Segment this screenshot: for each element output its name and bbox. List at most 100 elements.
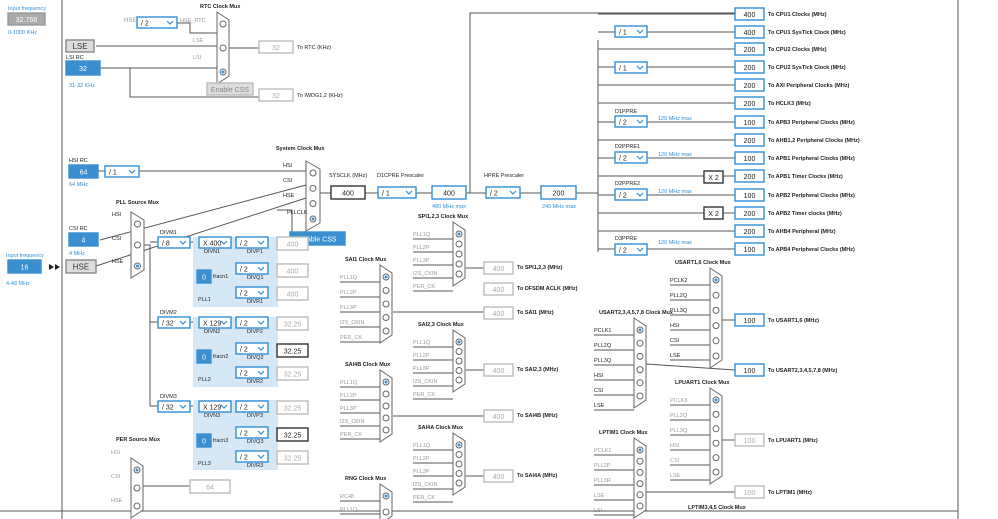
- mux-radio-input[interactable]: [134, 241, 141, 249]
- label: HSE_RTC: [180, 18, 206, 24]
- divq1-prescaler[interactable]: / 2: [235, 262, 269, 275]
- mux-radio-input[interactable]: [309, 200, 317, 208]
- mux-radio-input[interactable]: [382, 508, 390, 516]
- mux-radio-input[interactable]: [455, 460, 463, 468]
- mux-radio-input[interactable]: [382, 314, 390, 321]
- spi-mux[interactable]: [452, 221, 466, 287]
- divr1-prescaler[interactable]: / 2: [235, 286, 269, 299]
- mux-radio-input[interactable]: [309, 169, 317, 177]
- mux-radio-input[interactable]: [636, 352, 644, 360]
- divr3-prescaler[interactable]: / 2: [235, 450, 269, 463]
- divp2-prescaler[interactable]: / 2: [235, 316, 269, 329]
- mux-radio-input[interactable]: [636, 491, 644, 499]
- divn2-multiplier[interactable]: X 129: [198, 316, 232, 329]
- mux-radio-input[interactable]: [636, 480, 644, 488]
- divq3-prescaler[interactable]: / 2: [235, 426, 269, 439]
- pll-source-mux[interactable]: [130, 211, 145, 279]
- sai23-mux[interactable]: [452, 329, 466, 393]
- mux-radio-input[interactable]: [636, 502, 644, 510]
- mux-radio-input[interactable]: [636, 379, 644, 387]
- d2ppre1-prescaler[interactable]: / 2: [614, 151, 648, 164]
- value-text: LSE: [72, 42, 87, 51]
- cpu-prescaler[interactable]: / 1: [614, 25, 648, 38]
- mux-radio-input[interactable]: [455, 260, 463, 268]
- sai4a-mux[interactable]: [452, 432, 466, 496]
- mux-radio-input[interactable]: [382, 287, 390, 294]
- sai4b-mux[interactable]: [379, 369, 393, 443]
- hsi-prescaler[interactable]: / 1: [104, 165, 140, 178]
- lptim1-mux[interactable]: [633, 437, 647, 519]
- mux-radio-input[interactable]: [134, 220, 141, 228]
- d1ppre-prescaler[interactable]: / 2: [614, 115, 648, 128]
- divm3-prescaler[interactable]: / 32: [157, 400, 191, 413]
- mux-radio-input[interactable]: [712, 322, 720, 330]
- mux-radio-input[interactable]: [133, 484, 141, 492]
- mux-radio-input[interactable]: [455, 367, 463, 374]
- mux-radio-input[interactable]: [219, 44, 227, 52]
- mux-radio-input[interactable]: [712, 291, 720, 299]
- mux-title: SAI4B Clock Mux: [345, 362, 391, 368]
- mux-radio-input[interactable]: [712, 352, 720, 360]
- mux-radio-input[interactable]: [712, 306, 720, 314]
- divn3-multiplier[interactable]: X 129: [198, 400, 232, 413]
- usart2-mux[interactable]: [633, 317, 647, 409]
- mux-radio-input[interactable]: [712, 337, 720, 345]
- fracn1-field[interactable]: 0: [196, 269, 212, 284]
- mux-radio-input[interactable]: [455, 250, 463, 258]
- mux-radio-input[interactable]: [455, 376, 463, 384]
- mux-radio-input[interactable]: [636, 366, 644, 374]
- sai1-mux[interactable]: [379, 264, 393, 344]
- rtc-hse-prescaler[interactable]: / 2: [136, 16, 178, 29]
- d2ppre2-prescaler[interactable]: / 2: [614, 188, 648, 201]
- mux-radio-input[interactable]: [712, 425, 720, 433]
- mux-radio-input[interactable]: [455, 470, 463, 477]
- dropdown-value: / 32: [162, 321, 174, 328]
- mux-radio-input[interactable]: [382, 300, 390, 308]
- rtc-clock-mux[interactable]: [216, 11, 230, 85]
- per-source-mux[interactable]: [130, 457, 144, 519]
- divq2-prescaler[interactable]: / 2: [235, 342, 269, 355]
- hpre-prescaler[interactable]: / 2: [485, 186, 521, 199]
- d1cpre-prescaler[interactable]: / 1: [377, 186, 417, 199]
- mux-radio-input[interactable]: [636, 392, 644, 400]
- divr2-prescaler[interactable]: / 2: [235, 366, 269, 379]
- selected-dot: [135, 468, 139, 472]
- mux-radio-input[interactable]: [382, 426, 390, 434]
- mux-radio-input[interactable]: [455, 479, 463, 487]
- divp1-prescaler[interactable]: / 2: [235, 236, 269, 249]
- lse-input-field[interactable]: 32.768: [7, 12, 46, 26]
- hse-input-field[interactable]: 16: [7, 259, 42, 274]
- mux-radio-input[interactable]: [455, 240, 463, 248]
- divm2-prescaler[interactable]: / 32: [157, 316, 191, 329]
- mux-radio-input[interactable]: [382, 390, 390, 398]
- mux-radio-input[interactable]: [455, 348, 463, 355]
- cpu2-prescaler[interactable]: / 1: [614, 61, 648, 74]
- d3ppre-prescaler[interactable]: / 2: [614, 243, 648, 256]
- rng-mux[interactable]: [379, 483, 393, 519]
- mux-radio-input[interactable]: [712, 468, 720, 476]
- mux-radio-input[interactable]: [219, 20, 227, 28]
- usart16-mux[interactable]: [709, 267, 723, 369]
- divn1-multiplier[interactable]: X 400: [198, 236, 232, 249]
- mux-radio-input[interactable]: [455, 270, 463, 278]
- mux-radio-input[interactable]: [636, 468, 644, 476]
- rtc-enable-css-button[interactable]: Enable CSS: [206, 82, 254, 96]
- divm1-prescaler[interactable]: / 8: [157, 236, 191, 249]
- divp3-prescaler[interactable]: / 2: [235, 400, 269, 413]
- mux-radio-input[interactable]: [636, 457, 644, 465]
- mux-radio-input[interactable]: [455, 357, 463, 365]
- lpuart1-mux[interactable]: [709, 387, 723, 485]
- mux-radio-input[interactable]: [382, 327, 390, 335]
- system-clock-mux[interactable]: [305, 160, 321, 232]
- mux-radio-input[interactable]: [133, 502, 141, 510]
- fracn3-field[interactable]: 0: [196, 433, 212, 448]
- mux-radio-input[interactable]: [712, 454, 720, 462]
- mux-radio-input[interactable]: [712, 410, 720, 418]
- fracn2-field[interactable]: 0: [196, 349, 212, 364]
- mux-radio-input[interactable]: [382, 414, 390, 422]
- mux-radio-input[interactable]: [455, 451, 463, 458]
- mux-radio-input[interactable]: [712, 439, 720, 447]
- mux-radio-input[interactable]: [309, 184, 317, 192]
- mux-radio-input[interactable]: [382, 402, 390, 410]
- mux-radio-input[interactable]: [636, 339, 644, 347]
